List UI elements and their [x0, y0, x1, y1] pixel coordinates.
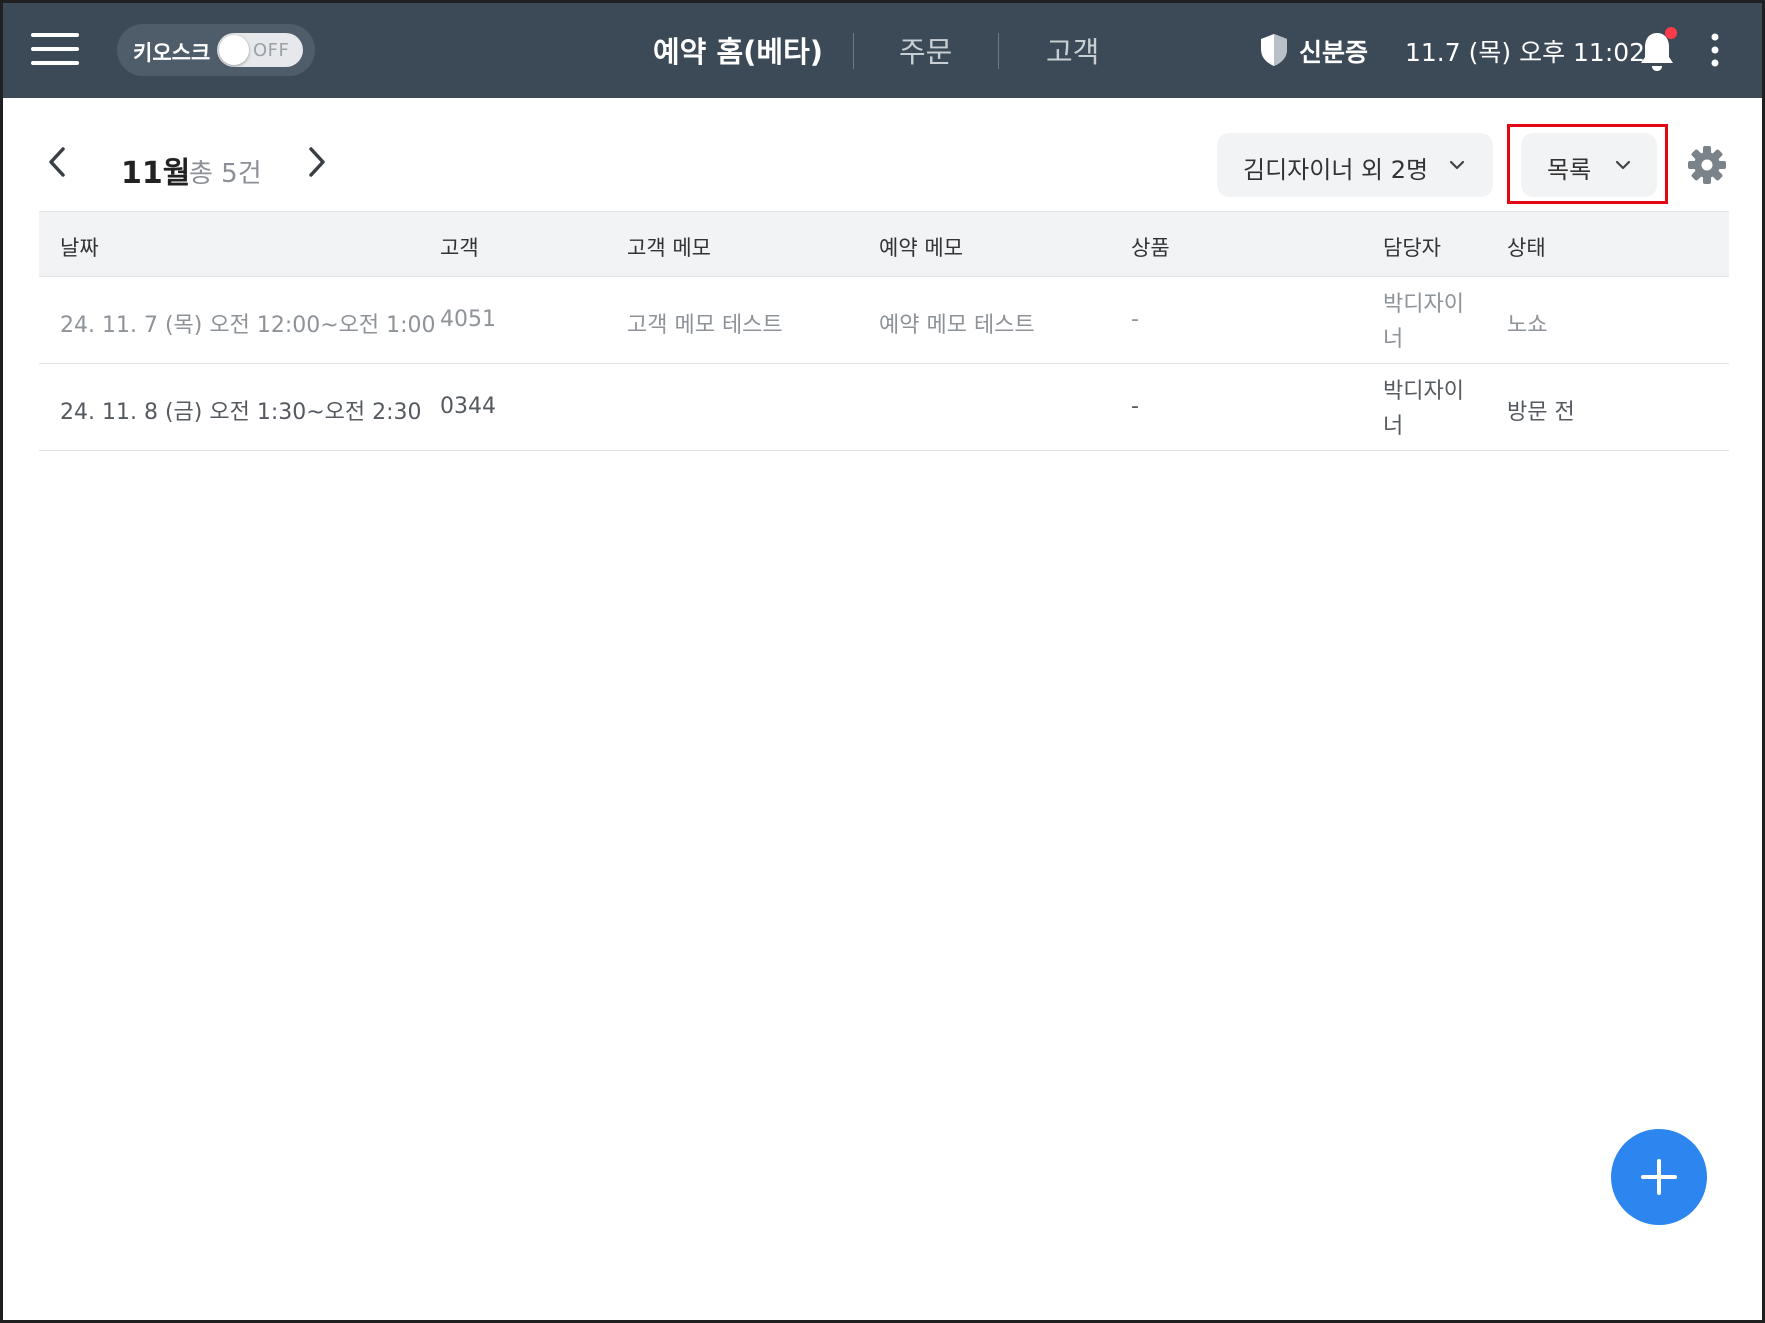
app-window: 키오스크 OFF 예약 홈(베타) 주문 고객 신분증 11.7 (목) 오후 … — [0, 0, 1765, 1323]
nav-customer[interactable]: 고객 — [1046, 29, 1099, 71]
kiosk-switch: 키오스크 OFF — [117, 24, 315, 76]
column-header-staff: 담당자 — [1383, 236, 1441, 260]
column-header-reservation-memo: 예약 메모 — [879, 236, 963, 260]
add-reservation-button[interactable] — [1611, 1129, 1707, 1225]
cell-product: - — [1131, 394, 1139, 419]
top-bar: 키오스크 OFF 예약 홈(베타) 주문 고객 신분증 11.7 (목) 오후 … — [3, 3, 1762, 98]
staff-filter-dropdown[interactable]: 김디자이너 외 2명 — [1217, 133, 1493, 197]
chevron-right-icon[interactable] — [303, 145, 329, 179]
plus-icon — [1641, 1159, 1677, 1195]
view-mode-value: 목록 — [1547, 156, 1592, 184]
reservation-table: 날짜 고객 고객 메모 예약 메모 상품 담당자 상태 24. 11. 7 (목… — [39, 211, 1729, 451]
chevron-left-icon[interactable] — [45, 145, 71, 179]
kiosk-label: 키오스크 — [133, 41, 211, 65]
column-header-customer-memo: 고객 메모 — [627, 236, 711, 260]
table-row[interactable]: 24. 11. 8 (금) 오전 1:30~오전 2:30 0344 - 박디자… — [39, 364, 1729, 451]
view-mode-dropdown[interactable]: 목록 — [1521, 133, 1657, 197]
chevron-down-icon — [1615, 160, 1631, 170]
nav-divider — [998, 33, 999, 69]
kiosk-toggle[interactable]: OFF — [217, 33, 303, 67]
column-header-product: 상품 — [1131, 236, 1170, 260]
cell-date: 24. 11. 8 (금) 오전 1:30~오전 2:30 — [60, 400, 422, 425]
cell-customer: 4051 — [440, 307, 496, 332]
nav-reservation-home[interactable]: 예약 홈(베타) — [653, 29, 823, 71]
table-row[interactable]: 24. 11. 7 (목) 오전 12:00~오전 1:00 4051 고객 메… — [39, 277, 1729, 364]
month-label: 11월 — [121, 156, 191, 191]
current-datetime: 11.7 (목) 오후 11:02 — [1405, 38, 1646, 67]
chevron-down-icon — [1449, 160, 1465, 170]
cell-date: 24. 11. 7 (목) 오전 12:00~오전 1:00 — [60, 313, 436, 338]
shield-icon — [1261, 34, 1287, 66]
cell-product: - — [1131, 307, 1139, 332]
toggle-knob — [219, 35, 249, 65]
nav-order[interactable]: 주문 — [899, 29, 952, 71]
cell-staff: 박디자이너 — [1383, 292, 1464, 352]
kebab-menu-icon[interactable] — [1709, 33, 1721, 67]
cell-customer-memo: 고객 메모 테스트 — [627, 313, 783, 338]
toggle-state-text: OFF — [253, 40, 290, 61]
column-header-customer: 고객 — [440, 236, 479, 260]
cell-reservation-memo: 예약 메모 테스트 — [879, 313, 1035, 338]
notification-dot — [1665, 27, 1677, 39]
id-card-label: 신분증 — [1299, 38, 1369, 67]
cell-staff: 박디자이너 — [1383, 379, 1464, 439]
total-count: 총 5건 — [189, 159, 262, 189]
cell-status: 노쇼 — [1507, 313, 1548, 338]
hamburger-menu-icon[interactable] — [31, 31, 79, 67]
nav-divider — [853, 33, 854, 69]
cell-customer: 0344 — [440, 394, 496, 419]
column-header-date: 날짜 — [60, 236, 99, 260]
cell-status: 방문 전 — [1507, 400, 1575, 425]
gear-icon[interactable] — [1687, 145, 1727, 185]
bell-icon[interactable] — [1637, 27, 1677, 73]
column-header-status: 상태 — [1507, 236, 1546, 260]
table-header: 날짜 고객 고객 메모 예약 메모 상품 담당자 상태 — [39, 211, 1729, 277]
staff-filter-value: 김디자이너 외 2명 — [1243, 156, 1429, 184]
